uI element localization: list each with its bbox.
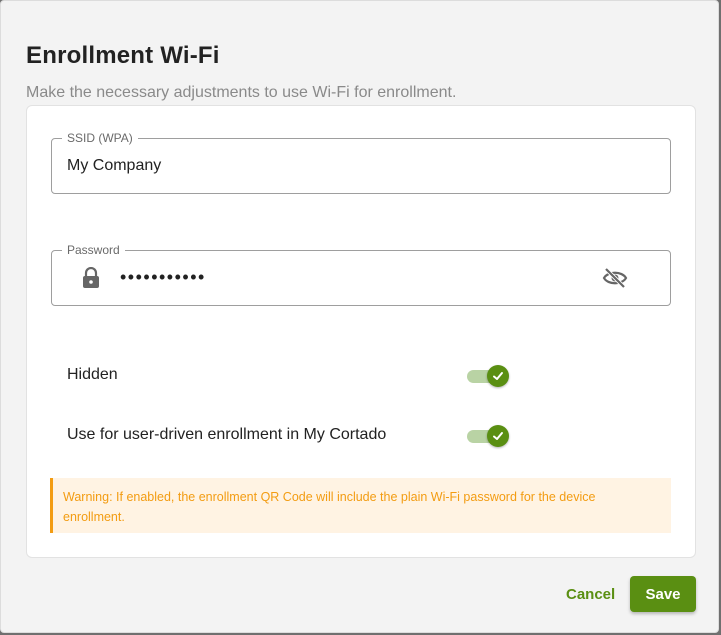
- ssid-label: SSID (WPA): [62, 131, 138, 145]
- hidden-label: Hidden: [67, 366, 118, 383]
- eye-off-icon[interactable]: [602, 266, 628, 290]
- password-field[interactable]: Password •••••••••••: [51, 243, 671, 306]
- ssid-field[interactable]: SSID (WPA) My Company: [51, 131, 671, 194]
- toggle-knob: [487, 425, 509, 447]
- dialog-subtitle: Make the necessary adjustments to use Wi…: [26, 84, 457, 101]
- hidden-toggle[interactable]: [467, 364, 509, 388]
- password-label: Password: [62, 243, 125, 257]
- enrollment-wifi-dialog: Enrollment Wi-Fi Make the necessary adju…: [0, 0, 719, 633]
- dialog-title: Enrollment Wi-Fi: [26, 42, 220, 69]
- password-value[interactable]: •••••••••••: [120, 267, 206, 288]
- user-driven-label: Use for user-driven enrollment in My Cor…: [67, 426, 387, 443]
- warning-message: Warning: If enabled, the enrollment QR C…: [50, 478, 671, 533]
- lock-icon: [82, 266, 100, 289]
- ssid-value[interactable]: My Company: [67, 157, 161, 175]
- save-button[interactable]: Save: [630, 576, 696, 612]
- user-driven-toggle[interactable]: [467, 424, 509, 448]
- toggle-knob: [487, 365, 509, 387]
- check-icon: [493, 432, 503, 440]
- cancel-button[interactable]: Cancel: [556, 579, 625, 609]
- check-icon: [493, 372, 503, 380]
